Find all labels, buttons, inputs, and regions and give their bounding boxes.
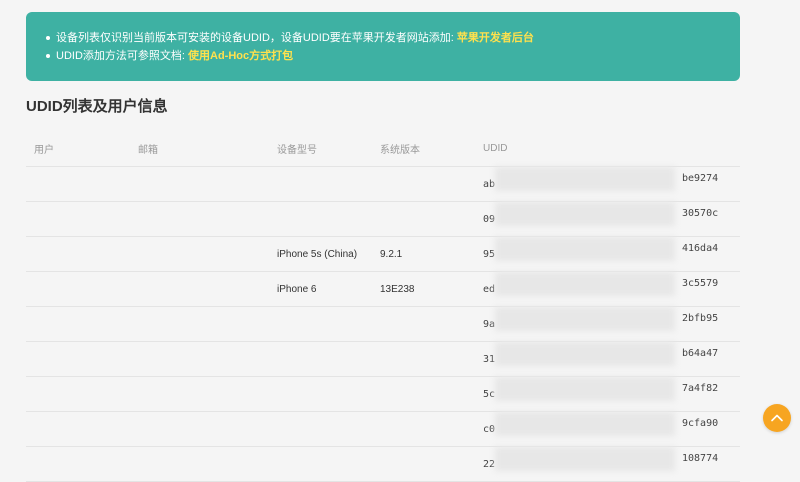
cell-model: iPhone 5s (China) (277, 248, 358, 260)
udid-redaction (495, 166, 675, 191)
udid-start: 09 (483, 213, 496, 225)
udid-start: 9a (483, 318, 496, 330)
udid-redaction (495, 306, 675, 331)
notice-banner: 设备列表仅识别当前版本可安装的设备UDID，设备UDID要在苹果开发者网站添加:… (26, 12, 740, 81)
table-body: ab be9274 09 30570c iPhone 5s (China) 9.2.1 95… (26, 166, 740, 482)
udid-redaction (495, 411, 675, 436)
cell-udid: 31 b64a47 (483, 341, 719, 376)
udid-end: 108774 (682, 452, 719, 464)
header-user: 用户 (34, 145, 54, 156)
header-email: 邮箱 (138, 145, 158, 156)
udid-value: 9a 2bfb95 (483, 306, 719, 331)
header-udid: UDID (483, 143, 508, 154)
table-row: 5c 7a4f82 (26, 376, 740, 412)
table-row: 9a 2bfb95 (26, 306, 740, 342)
chevron-up-icon (771, 414, 783, 422)
cell-os: 13E238 (380, 283, 415, 295)
table-row: 22 108774 (26, 446, 740, 482)
udid-end: 3c5579 (682, 277, 719, 289)
udid-value: 5c 7a4f82 (483, 376, 719, 401)
udid-table: 用户 邮箱 设备型号 系统版本 UDID ab be9274 09 30570c iPh… (26, 131, 740, 482)
table-row: ab be9274 (26, 166, 740, 202)
udid-value: 09 30570c (483, 201, 719, 226)
udid-end: b64a47 (682, 347, 719, 359)
adhoc-doc-link[interactable]: 使用Ad-Hoc方式打包 (188, 50, 293, 62)
notice-item-2: UDID添加方法可参照文档: 使用Ad-Hoc方式打包 (46, 47, 740, 65)
cell-udid: ed 3c5579 (483, 271, 719, 306)
cell-udid: c0 9cfa90 (483, 411, 719, 446)
cell-udid: 95 416da4 (483, 236, 719, 271)
udid-redaction (495, 376, 675, 401)
notice-text-1: 设备列表仅识别当前版本可安装的设备UDID，设备UDID要在苹果开发者网站添加: (56, 32, 457, 44)
cell-udid: 09 30570c (483, 201, 719, 236)
udid-start: 95 (483, 248, 496, 260)
udid-redaction (495, 341, 675, 366)
apple-developer-link[interactable]: 苹果开发者后台 (457, 32, 534, 44)
udid-start: 22 (483, 458, 496, 470)
notice-item-1: 设备列表仅识别当前版本可安装的设备UDID，设备UDID要在苹果开发者网站添加:… (46, 29, 740, 47)
table-row: iPhone 6 13E238 ed 3c5579 (26, 271, 740, 307)
table-row: 31 b64a47 (26, 341, 740, 377)
udid-value: ab be9274 (483, 166, 719, 191)
header-model: 设备型号 (277, 145, 317, 156)
header-os: 系统版本 (380, 145, 420, 156)
udid-start: ab (483, 178, 496, 190)
udid-value: 31 b64a47 (483, 341, 719, 366)
table-header: 用户 邮箱 设备型号 系统版本 UDID (26, 131, 740, 167)
udid-end: 9cfa90 (682, 417, 719, 429)
cell-udid: 5c 7a4f82 (483, 376, 719, 411)
udid-value: 95 416da4 (483, 236, 719, 261)
udid-redaction (495, 236, 675, 261)
udid-value: 22 108774 (483, 446, 719, 471)
udid-start: ed (483, 283, 496, 295)
table-row: c0 9cfa90 (26, 411, 740, 447)
notice-text-2: UDID添加方法可参照文档: (56, 50, 188, 62)
udid-end: 416da4 (682, 242, 719, 254)
udid-end: 30570c (682, 207, 719, 219)
cell-udid: 22 108774 (483, 446, 719, 481)
udid-end: 2bfb95 (682, 312, 719, 324)
udid-start: 31 (483, 353, 496, 365)
cell-os: 9.2.1 (380, 248, 403, 260)
udid-end: be9274 (682, 172, 719, 184)
cell-udid: 9a 2bfb95 (483, 306, 719, 341)
section-title: UDID列表及用户信息 (26, 98, 168, 115)
scroll-top-button[interactable] (763, 404, 791, 432)
udid-redaction (495, 201, 675, 226)
udid-value: ed 3c5579 (483, 271, 719, 296)
table-row: 09 30570c (26, 201, 740, 237)
udid-redaction (495, 446, 675, 471)
udid-value: c0 9cfa90 (483, 411, 719, 436)
udid-start: 5c (483, 388, 496, 400)
cell-model: iPhone 6 (277, 283, 317, 295)
notice-list: 设备列表仅识别当前版本可安装的设备UDID，设备UDID要在苹果开发者网站添加:… (46, 29, 740, 65)
cell-udid: ab be9274 (483, 166, 719, 201)
udid-start: c0 (483, 423, 496, 435)
udid-redaction (495, 271, 675, 296)
udid-end: 7a4f82 (682, 382, 719, 394)
table-row: iPhone 5s (China) 9.2.1 95 416da4 (26, 236, 740, 272)
